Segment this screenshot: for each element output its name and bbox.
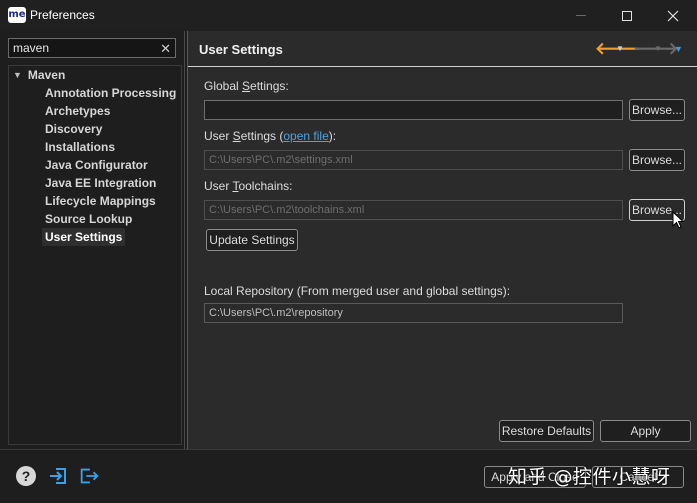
user-toolchains-label: User Toolchains: [204, 179, 293, 193]
help-icon[interactable]: ? [16, 466, 36, 486]
tree-item-installations[interactable]: Installations [45, 138, 115, 156]
forward-history-dropdown-icon[interactable]: ▼ [654, 44, 662, 53]
preference-tree: ▼ Maven Annotation Processing Archetypes… [8, 65, 182, 445]
app-logo-icon: me [8, 7, 26, 23]
local-repository-field[interactable]: C:\Users\PC\.m2\repository [204, 303, 623, 323]
page-title: User Settings [199, 42, 283, 57]
global-settings-field[interactable] [204, 100, 623, 120]
tree-item-java-ee-integration[interactable]: Java EE Integration [45, 174, 156, 192]
apply-button[interactable]: Apply [600, 420, 691, 442]
local-repository-label: Local Repository (From merged user and g… [204, 284, 511, 298]
maximize-icon [622, 10, 632, 21]
export-icon[interactable] [78, 465, 100, 487]
minimize-button[interactable] [558, 0, 604, 31]
maximize-button[interactable] [604, 0, 650, 31]
clear-filter-icon[interactable]: ✕ [160, 41, 171, 57]
preference-navigation-panel: maven ✕ ▼ Maven Annotation Processing Ar… [0, 31, 185, 449]
tree-item-annotation-processing[interactable]: Annotation Processing [45, 84, 176, 102]
user-settings-browse-button[interactable]: Browse... [629, 149, 685, 171]
watermark-text: 知乎 @控件小慧呀 [508, 466, 671, 488]
tree-item-discovery[interactable]: Discovery [45, 120, 102, 138]
back-history-dropdown-icon[interactable]: ▼ [616, 44, 624, 53]
filter-input-value: maven [13, 41, 50, 55]
close-window-button[interactable] [650, 0, 696, 31]
open-file-link[interactable]: open file [283, 129, 328, 143]
filter-input[interactable]: maven ✕ [8, 38, 176, 58]
window-title: Preferences [30, 8, 95, 22]
user-settings-label: User Settings (open file): [204, 129, 337, 143]
title-bar: me Preferences [0, 0, 697, 31]
global-settings-browse-button[interactable]: Browse... [629, 99, 685, 121]
close-icon [667, 10, 679, 21]
user-toolchains-field[interactable]: C:\Users\PC\.m2\toolchains.xml [204, 200, 623, 220]
global-settings-label: Global Settings: [204, 79, 289, 93]
minimize-icon [576, 15, 586, 16]
chevron-down-icon[interactable]: ▼ [13, 70, 22, 80]
tree-item-archetypes[interactable]: Archetypes [45, 102, 110, 120]
page-header: User Settings 🡐 ▼ 🡒 ▼ ▼ [188, 31, 697, 67]
user-settings-field[interactable]: C:\Users\PC\.m2\settings.xml [204, 150, 623, 170]
view-menu-icon[interactable]: ▼ [674, 44, 683, 54]
restore-defaults-button[interactable]: Restore Defaults [499, 420, 594, 442]
tree-item-java-configurator[interactable]: Java Configurator [45, 156, 148, 174]
preference-page: User Settings 🡐 ▼ 🡒 ▼ ▼ Global Settings:… [187, 31, 697, 449]
tree-item-user-settings[interactable]: User Settings [42, 228, 126, 246]
tree-item-lifecycle-mappings[interactable]: Lifecycle Mappings [45, 192, 156, 210]
mouse-cursor-icon [672, 211, 684, 229]
tree-node-maven[interactable]: ▼ Maven [13, 66, 65, 84]
tree-node-label: Maven [27, 68, 66, 82]
tree-item-source-lookup[interactable]: Source Lookup [45, 210, 132, 228]
import-icon[interactable] [47, 465, 69, 487]
update-settings-button[interactable]: Update Settings [206, 229, 298, 251]
